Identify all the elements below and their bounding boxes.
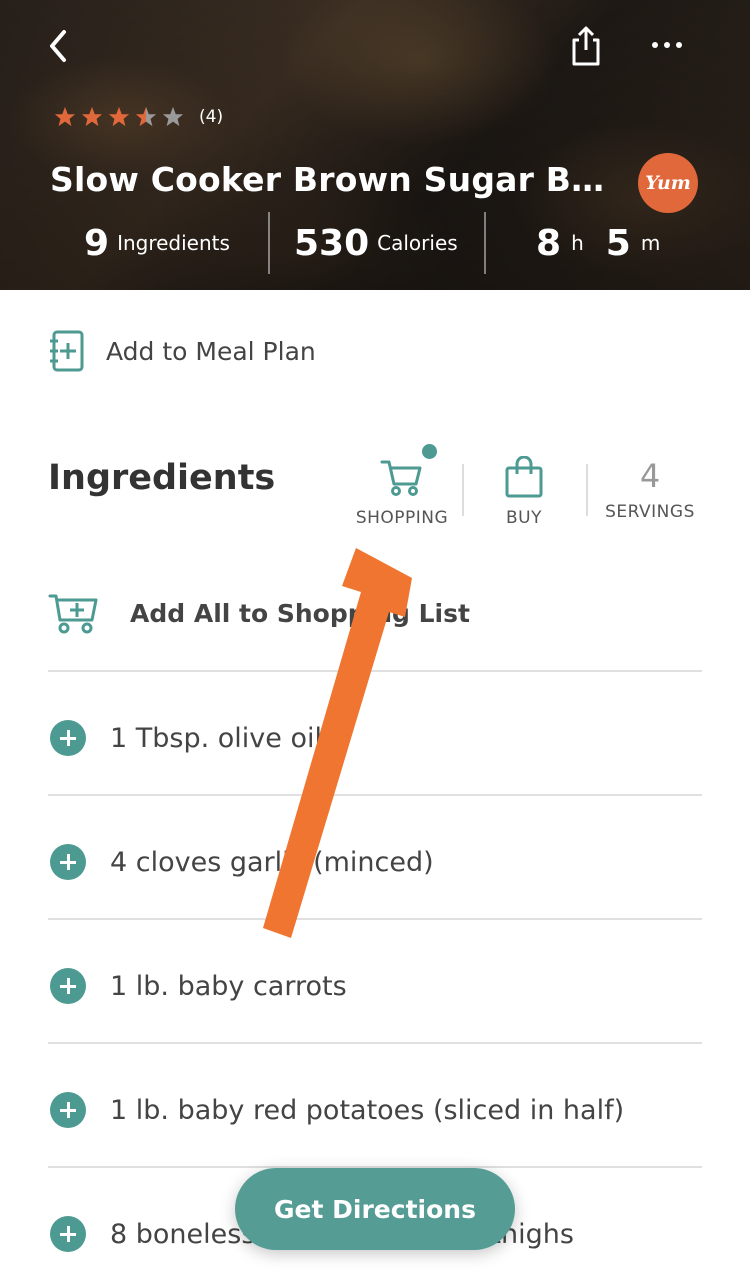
share-icon [572,26,600,66]
ingredient-item[interactable]: 4 cloves garlic (minced) [50,840,434,884]
more-icon [652,42,682,48]
meal-plan-label: Add to Meal Plan [106,336,316,366]
ingredient-text: 1 lb. baby red potatoes (sliced in half) [110,1094,625,1126]
toolbar-divider [586,464,588,516]
toolbar-divider [462,464,464,516]
star-icon [108,106,130,127]
star-icon [81,106,103,127]
meal-plan-icon [50,330,84,372]
bag-icon [505,455,543,498]
ingredients-count: 9 [84,222,110,264]
add-ingredient-plus-icon[interactable] [50,844,86,880]
shopping-button[interactable]: SHOPPING [352,456,452,528]
half-star-icon [135,106,157,127]
calories-label: Calories [377,231,458,255]
back-icon [50,30,66,62]
servings-label: SERVINGS [605,502,695,522]
recipe-stats: 9 Ingredients 530 Calories 8 h 5 m [0,212,750,274]
recipe-title: Slow Cooker Brown Sugar Balsa... [50,160,620,199]
ingredient-text: 4 cloves garlic (minced) [110,846,434,878]
servings-button[interactable]: 4 SERVINGS [600,456,700,522]
ingredient-text: 1 Tbsp. olive oil [110,722,322,754]
rating[interactable]: (4) [54,104,223,130]
divider [48,1042,702,1044]
add-all-to-shopping-list-button[interactable]: Add All to Shopping List [48,588,470,638]
cart-plus-icon [48,594,98,634]
add-ingredient-plus-icon[interactable] [50,1092,86,1128]
add-all-label: Add All to Shopping List [130,598,470,628]
ingredients-heading: Ingredients [48,458,276,498]
add-ingredient-plus-icon[interactable] [50,1216,86,1252]
back-button[interactable] [40,24,80,68]
yum-badge[interactable]: Yum [638,153,698,213]
ingredients-stat: 9 Ingredients [84,212,230,274]
ingredient-item[interactable]: 1 Tbsp. olive oil [50,716,322,760]
empty-star-icon [162,106,184,127]
ingredient-item[interactable]: 1 lb. baby red potatoes (sliced in half) [50,1088,624,1132]
ingredient-text: 1 lb. baby carrots [110,970,347,1002]
get-directions-button[interactable]: Get Directions [235,1168,515,1250]
star-icon [54,106,76,127]
more-options-button[interactable] [646,30,690,60]
minutes-unit: m [640,231,661,255]
minutes-value: 5 [605,222,631,264]
recipe-hero: (4) Slow Cooker Brown Sugar Balsa... Yum… [0,0,750,290]
stats-divider [484,212,486,274]
rating-count: (4) [199,107,224,127]
divider [48,918,702,920]
servings-count: 4 [639,457,661,495]
add-to-meal-plan-button[interactable]: Add to Meal Plan [48,328,316,374]
divider [48,794,702,796]
calories-stat: 530 Calories [294,212,458,274]
add-ingredient-plus-icon[interactable] [50,720,86,756]
stats-divider [268,212,270,274]
hours-value: 8 [536,222,562,264]
ingredients-label: Ingredients [117,231,230,255]
hours-unit: h [571,231,584,255]
ingredient-item[interactable]: 1 lb. baby carrots [50,964,347,1008]
divider [48,670,702,672]
share-button[interactable] [566,22,606,68]
buy-button[interactable]: BUY [486,455,562,528]
add-ingredient-plus-icon[interactable] [50,968,86,1004]
time-stat: 8 h 5 m [536,212,660,274]
buy-label: BUY [506,508,542,528]
cart-icon [380,460,422,496]
calories-count: 530 [294,222,370,264]
shopping-label: SHOPPING [355,508,449,528]
